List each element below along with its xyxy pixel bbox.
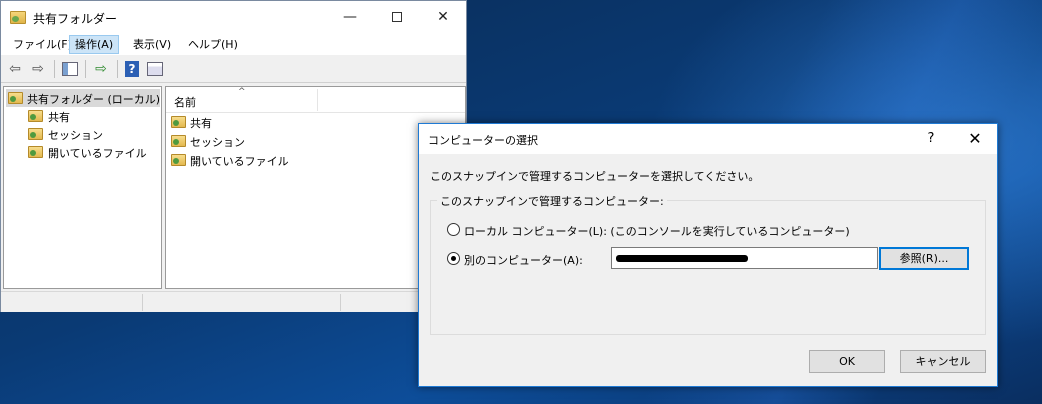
list-item[interactable]: 共有 [190,115,212,131]
toolbar-separator [54,60,55,78]
dialog-description: このスナップインで管理するコンピューターを選択してください。 [430,170,760,183]
status-segment [340,294,341,311]
group-label: このスナップインで管理するコンピューター: [437,193,667,209]
cancel-button[interactable]: キャンセル [900,350,986,373]
maximize-icon [392,12,402,22]
dialog-title: コンピューターの選択 [428,134,538,147]
show-hide-console-tree-icon[interactable] [62,62,78,76]
column-divider[interactable] [317,89,318,111]
minimize-button[interactable]: — [335,5,365,29]
radio-other-computer-label[interactable]: 別のコンピューター(A): [464,252,583,268]
select-computer-dialog: コンピューターの選択 ? ✕ このスナップインで管理するコンピューターを選択して… [418,123,998,387]
shared-folder-icon [28,128,43,140]
shared-folder-icon [171,116,186,128]
window-title: 共有フォルダー [33,12,118,26]
shared-folder-icon [28,110,43,122]
dialog-titlebar: コンピューターの選択 ? ✕ [419,124,997,154]
computer-group-box: このスナップインで管理するコンピューター: ローカル コンピューター(L): (… [430,193,986,335]
radio-local-computer[interactable] [447,223,460,236]
radio-local-computer-label[interactable]: ローカル コンピューター(L): (このコンソールを実行しているコンピューター) [464,223,850,239]
status-bar [1,291,466,312]
help-icon[interactable]: ? [125,61,139,77]
tree-item-open-files[interactable]: 開いているファイル [48,145,147,161]
forward-arrow-icon[interactable]: ⇨ [29,60,47,78]
properties-icon[interactable] [147,62,163,76]
ok-button[interactable]: OK [809,350,885,373]
column-header-name[interactable]: 名前 [174,94,196,110]
shared-folder-icon [171,135,186,147]
shared-folder-icon [171,154,186,166]
shared-folder-icon [8,92,23,104]
menu-file[interactable]: ファイル(F) [7,35,78,54]
menu-view[interactable]: 表示(V) [127,35,177,54]
radio-other-computer[interactable] [447,252,460,265]
sort-ascending-icon: ^ [238,87,246,97]
list-item[interactable]: 開いているファイル [190,153,289,169]
menu-bar: ファイル(F) 操作(A) 表示(V) ヘルプ(H) [1,33,466,55]
back-arrow-icon[interactable]: ⇦ [6,60,24,78]
dialog-help-button[interactable]: ? [921,129,941,149]
status-segment [142,294,143,311]
close-button[interactable]: ✕ [428,5,458,29]
toolbar-separator [85,60,86,78]
console-tree: 共有フォルダー (ローカル) 共有 セッション 開いているファイル [3,86,162,289]
shared-folder-icon [28,146,43,158]
tree-item-root-label[interactable]: 共有フォルダー (ローカル) [27,91,160,107]
shared-folder-app-icon [10,11,26,24]
toolbar-separator [117,60,118,78]
redacted-computer-name [616,255,748,262]
dialog-close-button[interactable]: ✕ [961,127,989,151]
tree-item-shares[interactable]: 共有 [48,109,70,125]
list-header: 名前 ^ [166,87,465,113]
window-titlebar: 共有フォルダー — ✕ [1,1,466,33]
export-list-icon[interactable]: ⇨ [92,60,110,78]
browse-button[interactable]: 参照(R)... [879,247,969,270]
shared-folders-window: 共有フォルダー — ✕ ファイル(F) 操作(A) 表示(V) ヘルプ(H) ⇦… [0,0,467,312]
tree-item-sessions[interactable]: セッション [48,127,103,143]
list-item[interactable]: セッション [190,134,245,150]
toolbar: ⇦ ⇨ ⇨ ? [1,55,466,83]
menu-help[interactable]: ヘルプ(H) [182,35,244,54]
menu-action[interactable]: 操作(A) [69,35,120,54]
maximize-button[interactable] [382,5,412,29]
